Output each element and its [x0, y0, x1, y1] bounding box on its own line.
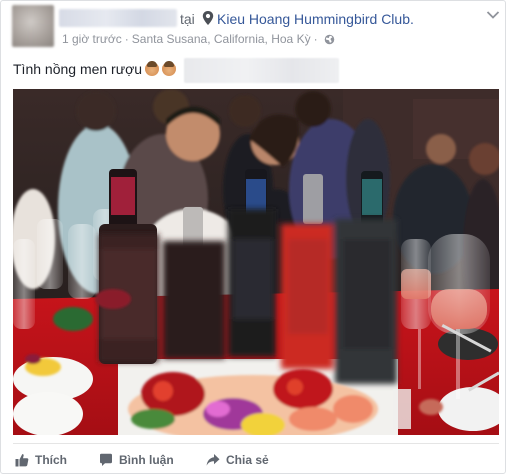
caption-text: Tình nồng men rượu [13, 61, 143, 77]
share-arrow-icon [206, 454, 220, 466]
comment-button[interactable]: Bình luận [99, 453, 174, 467]
thumbs-up-icon [15, 454, 29, 467]
feed-post: tại Kieu Hoang Hummingbird Club. 1 giờ t… [0, 0, 506, 474]
like-label: Thích [35, 453, 67, 467]
meta-separator: · [124, 32, 129, 46]
meta-separator: · [313, 32, 318, 46]
share-button[interactable]: Chia sẻ [206, 453, 269, 467]
chevron-down-icon[interactable] [486, 10, 500, 20]
like-button[interactable]: Thích [15, 453, 67, 467]
face-emoji-icon [162, 61, 177, 76]
avatar[interactable] [12, 5, 54, 47]
caption-blurred-text [184, 58, 339, 83]
author-name-blurred[interactable] [59, 9, 177, 27]
post-timestamp[interactable]: 1 giờ trước [62, 32, 122, 46]
at-label: tại [180, 11, 195, 27]
post-photo[interactable] [13, 89, 499, 435]
actions-divider [13, 443, 499, 444]
face-emoji-icon [145, 61, 160, 76]
comment-icon [100, 453, 112, 466]
comment-label: Bình luận [119, 453, 174, 467]
place-link[interactable]: Kieu Hoang Hummingbird Club. [217, 11, 414, 27]
post-caption: Tình nồng men rượu [13, 61, 177, 77]
share-label: Chia sẻ [226, 453, 269, 467]
party-photo-illustration [13, 89, 499, 435]
globe-icon[interactable] [324, 34, 335, 45]
map-pin-icon [202, 11, 214, 25]
post-actions: Thích Bình luận Chia sẻ [13, 447, 499, 473]
post-meta: 1 giờ trước · Santa Susana, California, … [62, 32, 335, 46]
post-location[interactable]: Santa Susana, California, Hoa Kỳ [132, 32, 311, 46]
